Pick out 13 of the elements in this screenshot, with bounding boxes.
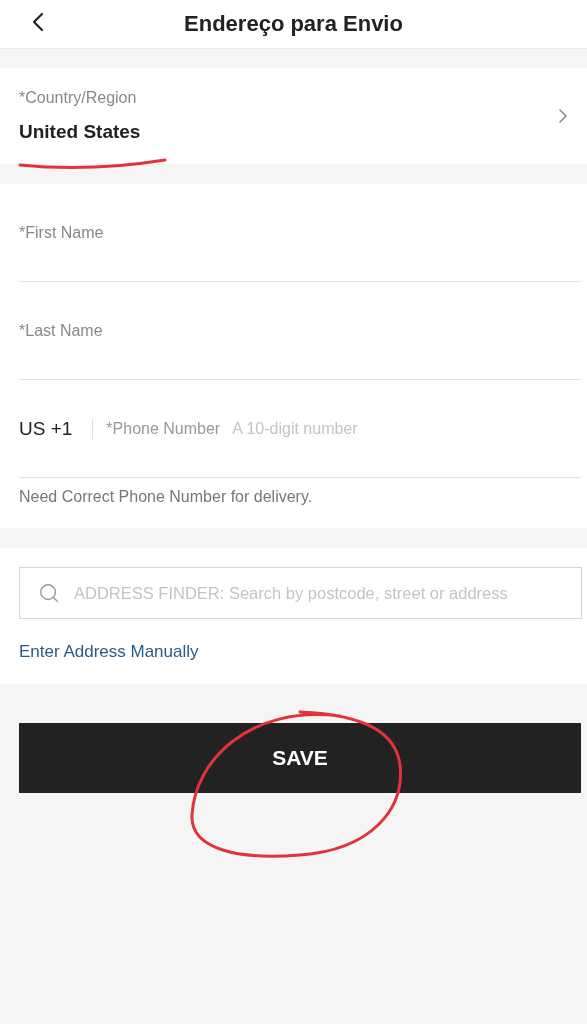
enter-manually-link[interactable]: Enter Address Manually: [19, 642, 199, 662]
name-input-field[interactable]: *Last Name: [19, 321, 581, 340]
country-label: *Country/Region: [19, 89, 138, 107]
save-button[interactable]: SAVE: [19, 723, 581, 793]
phone-hint: Need Correct Phone Number for delivery.: [18, 487, 314, 507]
page-title: Endereço para Envio: [184, 11, 403, 37]
phone-input-field[interactable]: A 10-digit number: [232, 419, 581, 438]
name-input-field[interactable]: *First Name: [19, 223, 581, 242]
search-icon: [38, 582, 60, 604]
country-code[interactable]: US +1: [19, 417, 73, 440]
phone-label: *Phone Number: [106, 419, 221, 438]
country-value[interactable]: United States: [19, 121, 141, 143]
search-bar[interactable]: ADDRESS FINDER: Search by postcode, street or address: [19, 567, 582, 619]
